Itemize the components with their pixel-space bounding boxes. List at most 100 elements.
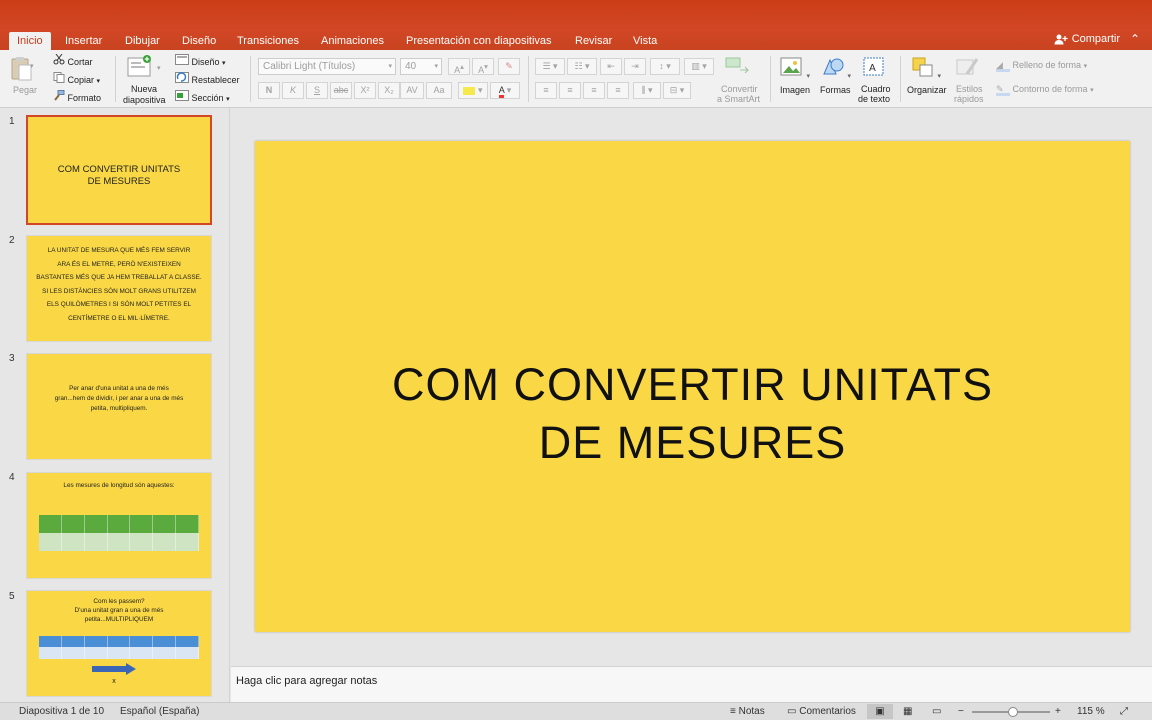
zoom-in-button[interactable]: + — [1055, 703, 1061, 720]
subscript-button[interactable]: X₂ — [378, 82, 400, 99]
cut-button[interactable]: Cortar — [53, 53, 93, 67]
highlight-button[interactable]: ▾ — [458, 82, 488, 99]
slide-thumbnail-4[interactable]: Les mesures de longitud són aquestes: — [26, 472, 212, 579]
zoom-slider-thumb[interactable] — [1008, 707, 1018, 717]
increase-indent-button[interactable]: ⇥ — [624, 58, 646, 75]
convert-smartart-label-1[interactable]: Convertir — [721, 84, 758, 94]
fit-to-window-icon[interactable]: ⤢ — [1120, 703, 1128, 720]
line-spacing-button[interactable]: ↕ ▾ — [650, 58, 680, 75]
slide-editor[interactable]: COM CONVERTIR UNITATS DE MESURES — [231, 108, 1152, 666]
slide-thumbnail-1[interactable]: COM CONVERTIR UNITATS DE MESURES — [26, 115, 212, 225]
ribbon-tab-bar: Inicio Insertar Dibujar Diseño Transicio… — [0, 0, 1152, 50]
reading-view-button[interactable]: ▭ — [932, 703, 941, 720]
underline-button[interactable]: S — [306, 82, 328, 99]
shape-fill-button[interactable]: ◢ Relleno de forma ▾ — [996, 60, 1087, 72]
layout-button[interactable]: Diseño ▾ — [175, 54, 226, 67]
arrange-button[interactable]: ▾ — [911, 56, 941, 80]
tab-dibujar[interactable]: Dibujar — [125, 33, 160, 50]
reset-icon — [175, 72, 189, 83]
copy-button[interactable]: Copiar ▾ — [53, 72, 100, 85]
slide-thumbnail-3[interactable]: Per anar d'una unitat a una de més gran.… — [26, 353, 212, 460]
slide-thumbnail-5[interactable]: Com les passem? D'una unitat gran a una … — [26, 590, 212, 697]
image-icon — [780, 57, 802, 76]
share-button[interactable]: Compartir — [1054, 33, 1120, 45]
clear-format-button[interactable]: ✎ — [498, 58, 520, 75]
quick-styles-label-2: rápidos — [954, 94, 984, 104]
thumbnail-text: CENTÍMETRE O EL MIL·LÍMETRE. — [68, 314, 170, 322]
section-icon — [175, 90, 189, 101]
justify-button[interactable]: ≡ — [607, 82, 629, 99]
increase-font-button[interactable]: A▴ — [448, 58, 470, 75]
numbering-button[interactable]: ☷ ▾ — [567, 58, 597, 75]
paste-label: Pegar — [13, 85, 38, 95]
tab-vista[interactable]: Vista — [633, 33, 657, 50]
notes-button[interactable]: ≡ Notas — [730, 703, 765, 720]
quick-styles-button[interactable] — [955, 56, 981, 80]
align-left-button[interactable]: ≡ — [535, 82, 557, 99]
slide-number: 4 — [9, 472, 15, 483]
paint-bucket-icon: ◢ — [996, 61, 1010, 72]
font-name-dropdown[interactable]: Calibri Light (Títulos) ▾ — [258, 58, 396, 75]
char-spacing-button[interactable]: AV — [400, 82, 424, 99]
tab-diseno[interactable]: Diseño — [182, 33, 216, 50]
thumbnail-table-row — [39, 647, 200, 659]
tab-inicio[interactable]: Inicio — [9, 32, 51, 50]
status-bar: Diapositiva 1 de 10 Español (España) ≡ N… — [0, 702, 1152, 720]
italic-button[interactable]: K — [282, 82, 304, 99]
shape-outline-button[interactable]: ✎ Contorno de forma ▾ — [996, 84, 1094, 96]
thumbnail-table-row — [39, 533, 200, 551]
format-painter-button[interactable]: Formato — [53, 90, 101, 103]
thumbnail-text: DE MESURES — [87, 176, 151, 187]
shape-fill-label: Relleno de forma — [1012, 60, 1082, 70]
tab-revisar[interactable]: Revisar — [575, 33, 612, 50]
thumbnail-text: gran...hem de dividir, i per anar a una … — [54, 395, 184, 402]
layout-label: Diseño — [191, 57, 220, 67]
cut-label: Cortar — [67, 57, 93, 67]
normal-view-button[interactable]: ▣ — [867, 704, 893, 719]
textbox-button[interactable]: A — [862, 56, 886, 80]
decrease-indent-button[interactable]: ⇤ — [600, 58, 622, 75]
font-color-button[interactable]: A ▾ — [490, 82, 520, 99]
new-slide-button[interactable] — [127, 55, 153, 81]
scissors-icon — [53, 53, 65, 65]
zoom-out-button[interactable]: − — [958, 703, 964, 720]
shapes-button[interactable]: ▾ — [821, 56, 851, 80]
tab-presentacion[interactable]: Presentación con diapositivas — [406, 33, 552, 50]
thumbnail-text: SI LES DISTÀNCIES SÓN MOLT GRANS UTILITZ… — [42, 287, 196, 295]
language-indicator[interactable]: Español (España) — [120, 703, 200, 720]
slide-thumbnail-panel[interactable]: 1 COM CONVERTIR UNITATS DE MESURES 2 LA … — [0, 108, 230, 702]
convert-smartart-label-2[interactable]: a SmartArt — [717, 94, 760, 104]
collapse-ribbon-icon[interactable]: ⌃ — [1130, 32, 1140, 46]
columns-button[interactable]: ▥ ▾ — [684, 58, 714, 75]
align-text-button[interactable]: ⊟ ▾ — [663, 82, 691, 99]
thumbnail-text: LA UNITAT DE MESURA QUE MÉS FEM SERVIR — [47, 247, 191, 254]
decrease-font-button[interactable]: A▾ — [472, 58, 494, 75]
tab-transiciones[interactable]: Transiciones — [237, 33, 299, 50]
paste-button[interactable] — [10, 56, 34, 84]
bold-button[interactable]: N — [258, 82, 280, 99]
tab-animaciones[interactable]: Animaciones — [321, 33, 384, 50]
image-button[interactable]: ▾ — [780, 56, 810, 80]
current-slide[interactable]: COM CONVERTIR UNITATS DE MESURES — [255, 141, 1130, 632]
comments-button[interactable]: ▭ Comentarios — [787, 703, 856, 720]
strikethrough-button[interactable]: abc — [330, 82, 352, 99]
align-center-button[interactable]: ≡ — [559, 82, 581, 99]
section-button[interactable]: Sección ▾ — [175, 90, 230, 103]
slide-sorter-button[interactable]: ▦ — [903, 703, 912, 720]
bullets-button[interactable]: ☰ ▾ — [535, 58, 565, 75]
thumbnail-text: COM CONVERTIR UNITATS — [57, 164, 181, 175]
reset-button[interactable]: Restablecer — [175, 72, 240, 85]
slide-title-textbox[interactable]: COM CONVERTIR UNITATS DE MESURES — [255, 356, 1130, 472]
change-case-button[interactable]: Aa — [426, 82, 452, 99]
notes-pane[interactable]: Haga clic para agregar notas — [231, 666, 1152, 702]
font-size-dropdown[interactable]: 40 ▾ — [400, 58, 442, 75]
tab-insertar[interactable]: Insertar — [65, 33, 102, 50]
slide-thumbnail-2[interactable]: LA UNITAT DE MESURA QUE MÉS FEM SERVIR A… — [26, 235, 212, 342]
align-right-button[interactable]: ≡ — [583, 82, 605, 99]
zoom-level[interactable]: 115 % — [1077, 703, 1105, 720]
pen-icon: ✎ — [996, 85, 1010, 96]
format-label: Formato — [67, 93, 102, 103]
superscript-button[interactable]: X² — [354, 82, 376, 99]
thumbnail-text: ARA ÉS EL METRE, PERÒ N'EXISTEIXEN — [57, 260, 181, 268]
text-direction-button[interactable]: ⫼ ▾ — [633, 82, 661, 99]
